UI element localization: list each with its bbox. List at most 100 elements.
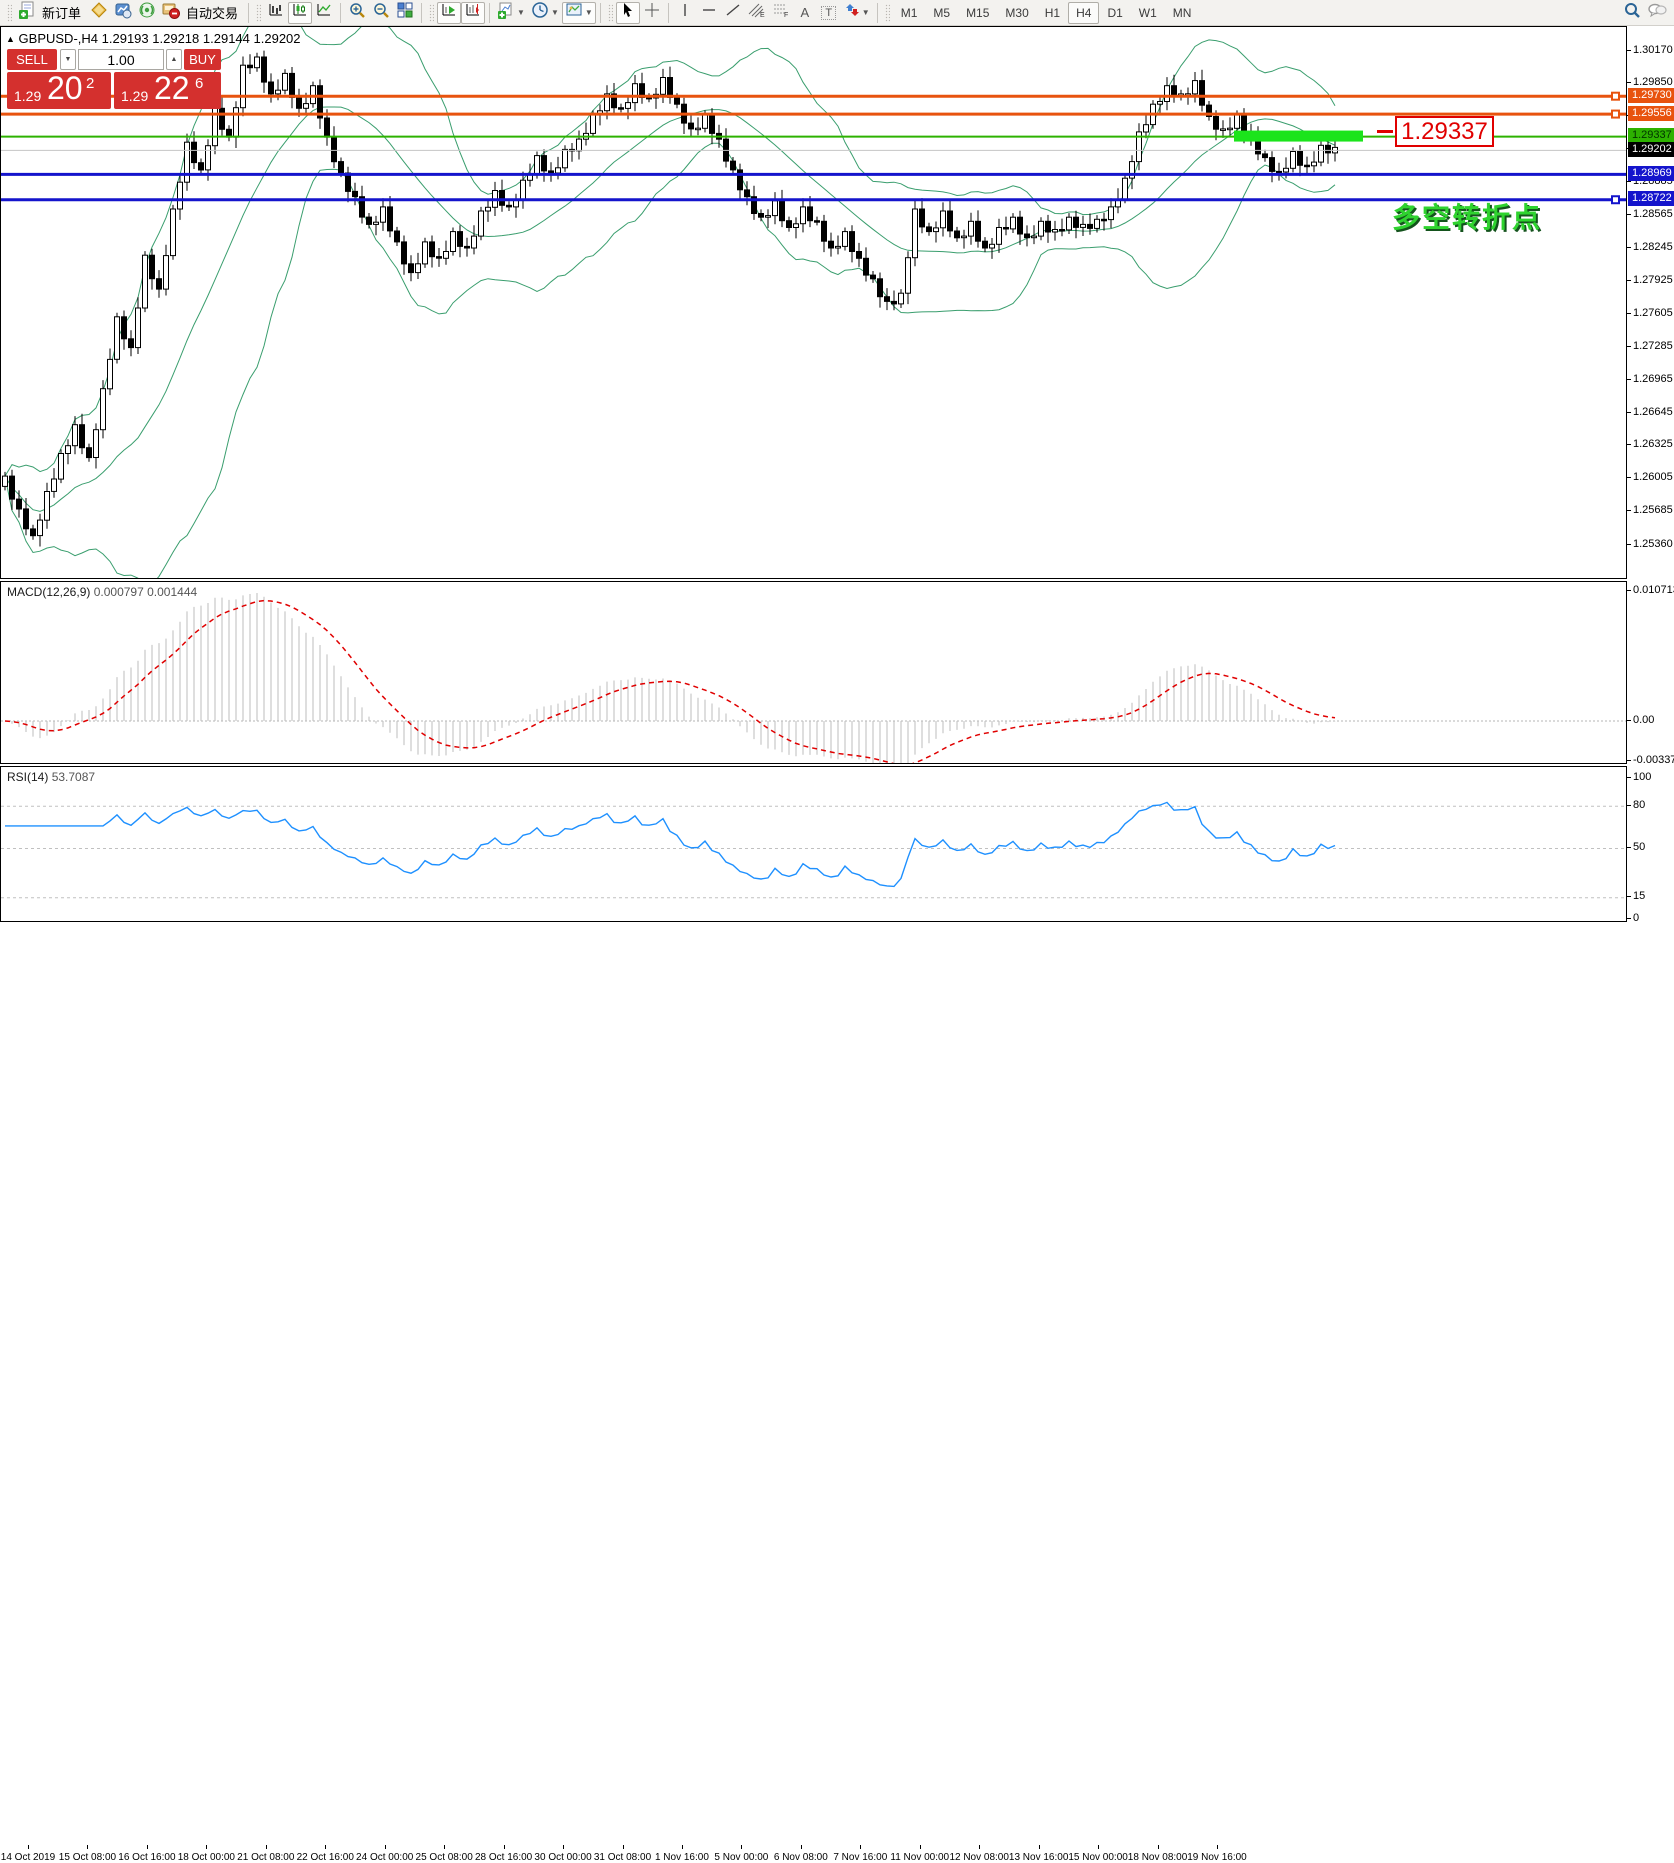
- line-handle[interactable]: [1612, 196, 1619, 203]
- bar-chart-button[interactable]: [264, 2, 288, 24]
- candle: [1137, 123, 1142, 170]
- candle: [171, 205, 176, 260]
- chart-text-annotation[interactable]: 多空转折点: [1392, 196, 1542, 236]
- fibonacci-icon: F: [772, 2, 790, 23]
- price-axis-label: 1.27605: [1633, 307, 1673, 319]
- candlestick-chart-button[interactable]: [288, 2, 312, 24]
- price-callout-box[interactable]: 1.29337: [1395, 116, 1494, 147]
- fibonacci-button[interactable]: F: [769, 2, 793, 24]
- macd-axis-tickmark: [1627, 720, 1631, 721]
- buy-price-panel[interactable]: 1.29 22 6: [114, 72, 221, 109]
- tile-windows-button[interactable]: [393, 2, 417, 24]
- sell-button[interactable]: SELL: [7, 49, 57, 70]
- candle: [1172, 75, 1177, 103]
- template-button[interactable]: ▼: [562, 2, 596, 24]
- highlight-bar[interactable]: [1234, 131, 1363, 142]
- macd-axis-label: 0.00: [1633, 714, 1654, 726]
- candle: [486, 201, 491, 222]
- candle: [87, 444, 92, 462]
- svg-text:E: E: [760, 12, 765, 18]
- candle: [962, 230, 967, 249]
- candle: [101, 380, 106, 438]
- timeframe-d1[interactable]: D1: [1099, 2, 1130, 24]
- macd-value-signal: 0.001444: [147, 585, 197, 599]
- vertical-line-button[interactable]: [673, 2, 697, 24]
- time-axis[interactable]: 14 Oct 201915 Oct 08:0016 Oct 16:0018 Oc…: [0, 922, 1674, 948]
- volume-input[interactable]: 1.00: [78, 49, 164, 70]
- buy-price-big: 22: [154, 72, 190, 107]
- candle: [843, 228, 848, 251]
- candle: [73, 416, 78, 454]
- timeframe-m5[interactable]: M5: [925, 2, 958, 24]
- buy-button[interactable]: BUY: [184, 49, 221, 70]
- candle: [269, 73, 274, 102]
- horizontal-line-button[interactable]: [697, 2, 721, 24]
- crosshair-button[interactable]: [640, 2, 664, 24]
- toolbar-grip: [885, 4, 890, 22]
- zoom-out-button[interactable]: [369, 2, 393, 24]
- new-chart-button[interactable]: ▼: [494, 2, 528, 24]
- candle: [409, 255, 414, 281]
- candle: [787, 217, 792, 232]
- timeframe-w1[interactable]: W1: [1131, 2, 1165, 24]
- timeframe-m15[interactable]: M15: [958, 2, 997, 24]
- time-axis-tickmark: [147, 1845, 148, 1849]
- candle: [864, 247, 869, 281]
- chat-button[interactable]: [1644, 2, 1670, 24]
- candlestick-chart-icon: [291, 1, 309, 24]
- rsi-axis-label: 100: [1633, 771, 1651, 783]
- rsi-axis-label: 80: [1633, 799, 1645, 811]
- rsi-axis-label: 0: [1633, 912, 1639, 924]
- main-chart-panel[interactable]: [0, 26, 1627, 579]
- macd-label: MACD(12,26,9) 0.000797 0.001444: [7, 585, 197, 599]
- timeframe-mn[interactable]: MN: [1165, 2, 1200, 24]
- candle: [1004, 217, 1009, 236]
- candle: [1263, 150, 1268, 162]
- macd-canvas[interactable]: [1, 582, 1626, 763]
- price-axis-tickmark: [1627, 247, 1631, 248]
- market-button[interactable]: [111, 2, 135, 24]
- candlestick-chart-canvas[interactable]: [1, 27, 1626, 578]
- autotrading-button[interactable]: [159, 2, 183, 24]
- time-axis-tickmark: [979, 1845, 980, 1849]
- time-axis-tickmark: [920, 1845, 921, 1849]
- search-button[interactable]: [1620, 2, 1644, 24]
- candle: [290, 67, 295, 108]
- volume-decrease-button[interactable]: ▼: [60, 49, 76, 70]
- cursor-button[interactable]: [616, 2, 640, 24]
- sell-price-panel[interactable]: 1.29 20 2: [7, 72, 111, 109]
- rsi-panel[interactable]: RSI(14) 53.7087: [0, 766, 1627, 922]
- chart-shift-button[interactable]: [461, 2, 485, 24]
- text-label-button[interactable]: T: [817, 2, 841, 24]
- zoom-in-button[interactable]: [345, 2, 369, 24]
- timeframe-h4[interactable]: H4: [1068, 2, 1099, 24]
- new-order-label[interactable]: 新订单: [42, 3, 81, 22]
- period-button[interactable]: ▼: [528, 2, 562, 24]
- equidistant-channel-button[interactable]: E: [745, 2, 769, 24]
- auto-scroll-button[interactable]: [437, 2, 461, 24]
- candle: [1193, 72, 1198, 103]
- line-chart-button[interactable]: [312, 2, 336, 24]
- candle: [626, 96, 631, 119]
- line-handle[interactable]: [1612, 111, 1619, 118]
- sell-price-prefix: 1.29: [14, 88, 41, 104]
- autotrading-label[interactable]: 自动交易: [186, 3, 238, 22]
- candle: [241, 57, 246, 117]
- line-handle[interactable]: [1612, 93, 1619, 100]
- candle: [948, 200, 953, 237]
- arrows-button[interactable]: ▼: [841, 2, 873, 24]
- time-axis-label: 19 Nov 16:00: [1187, 1852, 1247, 1863]
- new-order-button[interactable]: [15, 2, 39, 24]
- text-button[interactable]: A: [793, 2, 817, 24]
- timeframe-m1[interactable]: M1: [893, 2, 926, 24]
- timeframe-m30[interactable]: M30: [997, 2, 1036, 24]
- dropdown-caret: ▼: [862, 8, 870, 17]
- timeframe-h1[interactable]: H1: [1037, 2, 1068, 24]
- metaeditor-button[interactable]: [87, 2, 111, 24]
- trendline-button[interactable]: [721, 2, 745, 24]
- signals-button[interactable]: [135, 2, 159, 24]
- rsi-canvas[interactable]: [1, 767, 1626, 921]
- toolbar-grip: [429, 4, 434, 22]
- macd-panel[interactable]: MACD(12,26,9) 0.000797 0.001444: [0, 581, 1627, 764]
- volume-increase-button[interactable]: ▲: [166, 49, 182, 70]
